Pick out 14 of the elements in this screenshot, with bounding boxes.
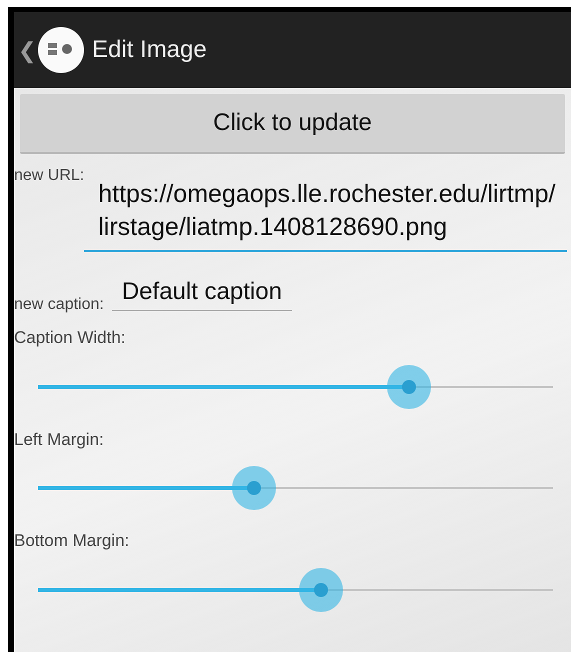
update-button[interactable]: Click to update xyxy=(20,94,565,154)
slider-thumb[interactable] xyxy=(386,364,431,408)
screen-title: Edit Image xyxy=(92,35,207,65)
back-button[interactable]: ❮ xyxy=(18,34,34,66)
url-input-field[interactable]: https://omegaops.lle.rochester.edu/lirtmp/lirstage/liatmp.1408128690.png xyxy=(84,170,567,252)
slider-label: Left Margin: xyxy=(14,428,105,450)
caption-label: new caption: xyxy=(14,295,104,315)
logo-icon[interactable] xyxy=(38,27,84,73)
caption-input-field[interactable]: Default caption xyxy=(112,274,292,311)
url-label: new URL: xyxy=(14,166,84,186)
slider-label: Caption Width: xyxy=(14,327,126,349)
slider-thumb[interactable] xyxy=(232,466,276,510)
slider-label: Bottom Margin: xyxy=(14,530,130,552)
slider-thumb[interactable] xyxy=(299,568,344,612)
